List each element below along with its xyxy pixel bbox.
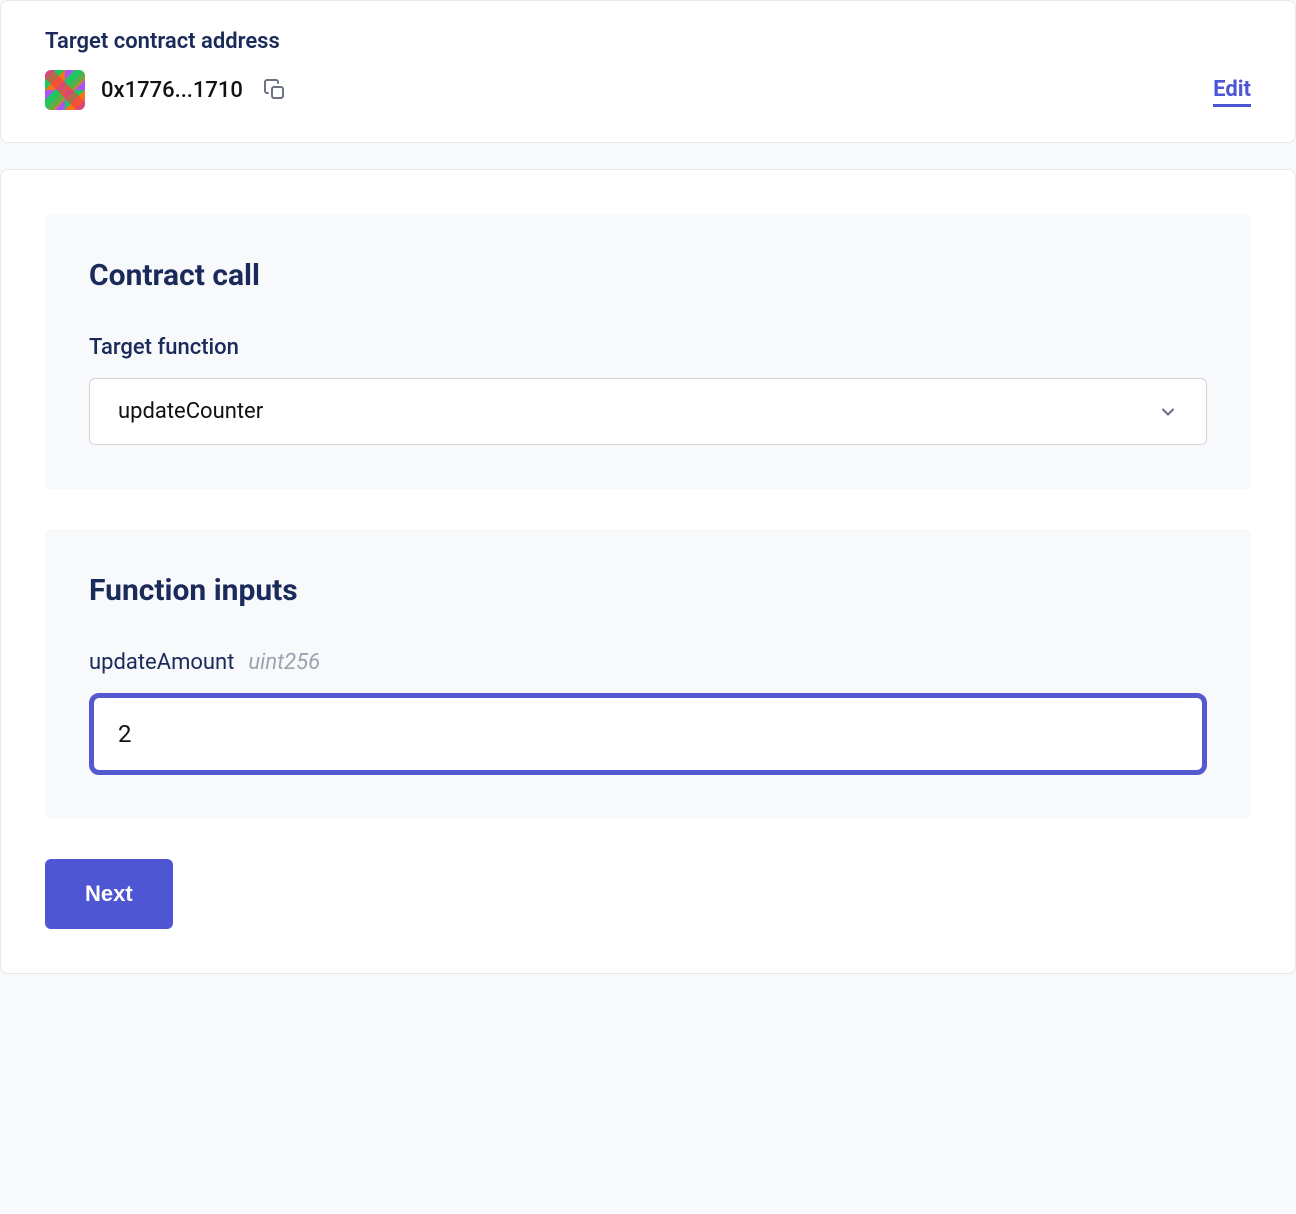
address-text: 0x1776...1710 [101,78,243,103]
input-param-type: uint256 [248,650,320,675]
target-function-label: Target function [89,335,1207,360]
copy-address-button[interactable] [259,74,291,106]
target-function-select[interactable]: updateCounter [89,378,1207,445]
function-inputs-section: Function inputs updateAmount uint256 [45,529,1251,819]
main-card: Contract call Target function updateCoun… [0,169,1296,974]
input-param-name: updateAmount [89,650,234,675]
contract-call-title: Contract call [89,258,1207,293]
target-function-value: updateCounter [118,399,263,424]
edit-link[interactable]: Edit [1213,77,1251,107]
address-identicon [45,70,85,110]
copy-icon [263,78,287,102]
header-left: Target contract address 0x1776...1710 [45,29,291,110]
next-button[interactable]: Next [45,859,173,929]
target-address-card: Target contract address 0x1776...1710 Ed… [0,0,1296,143]
address-row: 0x1776...1710 [45,70,291,110]
target-function-select-wrapper: updateCounter [89,378,1207,445]
chevron-down-icon [1158,402,1178,422]
update-amount-input[interactable] [89,693,1207,775]
input-label-row: updateAmount uint256 [89,650,1207,675]
target-address-title: Target contract address [45,29,291,54]
function-inputs-title: Function inputs [89,573,1207,608]
contract-call-section: Contract call Target function updateCoun… [45,214,1251,489]
